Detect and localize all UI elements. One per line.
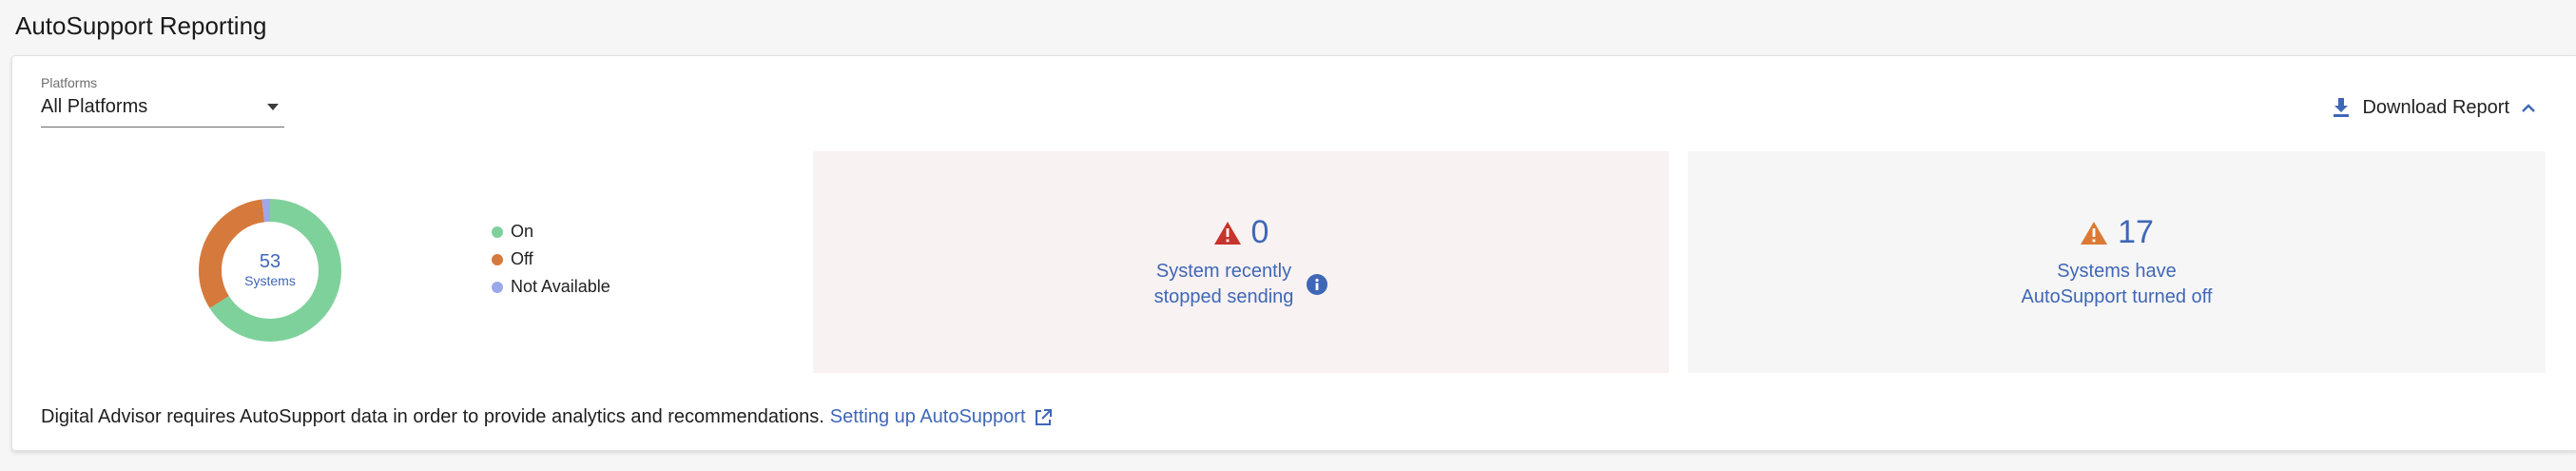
stopped-sending-count: 0 <box>1250 214 1269 250</box>
setting-up-autosupport-link[interactable]: Setting up AutoSupport <box>830 406 1053 428</box>
legend-label-off: Off <box>511 249 533 268</box>
setting-up-autosupport-label: Setting up AutoSupport <box>829 406 1026 427</box>
systems-donut-chart: 53 Systems <box>187 187 353 353</box>
autosupport-off-line2: AutoSupport turned off <box>2021 286 2213 307</box>
warning-icon <box>1213 221 1241 245</box>
legend-label-on: On <box>511 222 534 241</box>
legend-item-off: Off <box>492 245 610 273</box>
autosupport-off-card[interactable]: 17 Systems have AutoSupport turned off <box>1688 151 2546 373</box>
legend-label-not-available: Not Available <box>511 277 610 296</box>
footer: Digital Advisor requires AutoSupport dat… <box>41 406 1053 428</box>
platform-select[interactable]: Platforms All Platforms <box>41 75 284 128</box>
legend-item-on: On <box>492 218 610 245</box>
footer-text: Digital Advisor requires AutoSupport dat… <box>41 406 824 427</box>
stopped-sending-line1: System recently <box>1155 261 1292 282</box>
legend-item-not-available: Not Available <box>492 273 610 301</box>
download-report-button[interactable]: Download Report <box>2332 92 2536 123</box>
platform-select-label: Platforms <box>41 75 98 90</box>
info-icon[interactable] <box>1307 274 1328 295</box>
donut-total: 53 <box>259 251 281 272</box>
stopped-sending-card[interactable]: 0 System recently stopped sending <box>813 151 1669 373</box>
warning-icon <box>2081 221 2108 245</box>
autosupport-off-count: 17 <box>2118 214 2154 250</box>
stopped-sending-line2: stopped sending <box>1153 286 1294 307</box>
donut-legend: On Off Not Available <box>492 218 610 301</box>
external-link-icon <box>1035 408 1052 425</box>
legend-dot-on <box>492 226 503 238</box>
chevron-down-icon <box>267 104 279 110</box>
legend-dot-not-available <box>492 281 503 293</box>
legend-dot-off <box>492 253 503 265</box>
download-report-label: Download Report <box>2362 96 2509 118</box>
page-title: AutoSupport Reporting <box>15 11 267 40</box>
autosupport-off-line1: Systems have <box>2057 261 2177 282</box>
platform-select-value: All Platforms <box>41 96 148 117</box>
chevron-up-icon <box>2522 104 2535 112</box>
download-icon <box>2334 98 2350 117</box>
autosupport-card: Platforms All Platforms Download Report … <box>11 55 2576 451</box>
donut-unit: Systems <box>244 273 296 288</box>
